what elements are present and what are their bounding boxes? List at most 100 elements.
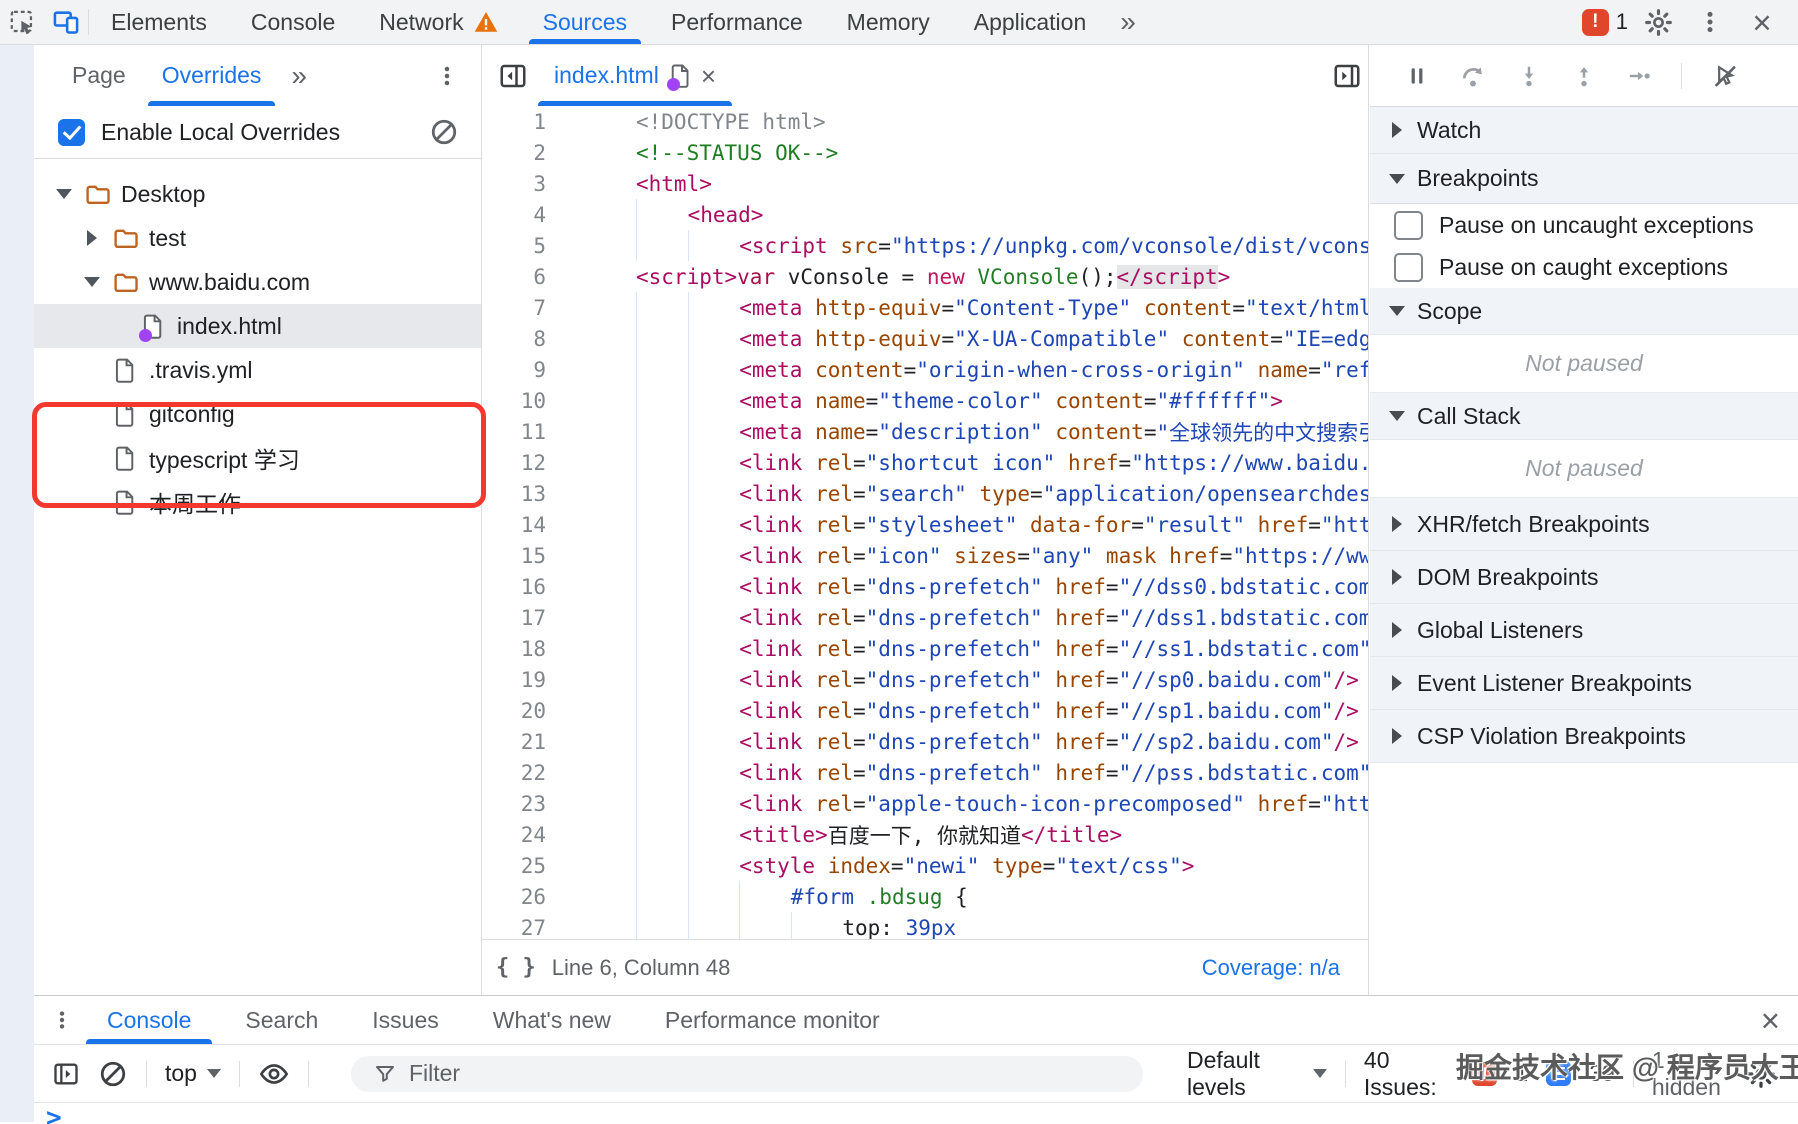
drawer-tab-performance-monitor[interactable]: Performance monitor <box>638 996 907 1044</box>
line-number[interactable]: 24 <box>482 823 546 847</box>
console-prompt[interactable]: > <box>34 1103 1798 1124</box>
code-editor[interactable]: 1<!DOCTYPE html>2<!--STATUS OK-->3<html>… <box>482 106 1368 940</box>
more-panels-chevron-icon[interactable]: » <box>1108 6 1148 38</box>
step-icon[interactable] <box>1626 63 1652 89</box>
drawer-kebab-icon[interactable] <box>44 996 80 1044</box>
line-number[interactable]: 15 <box>482 544 546 568</box>
hide-navigator-icon[interactable] <box>498 61 528 91</box>
settings-gear-icon[interactable] <box>1636 0 1680 44</box>
execution-context-selector[interactable]: top <box>165 1060 221 1087</box>
pause-script-icon[interactable] <box>1404 63 1430 89</box>
editor-status-bar: { } Line 6, Column 48 Coverage: n/a <box>482 939 1368 995</box>
step-out-icon[interactable] <box>1571 63 1597 89</box>
line-number[interactable]: 3 <box>482 172 546 196</box>
line-number[interactable]: 12 <box>482 451 546 475</box>
drawer-tab-what-s-new[interactable]: What's new <box>466 996 638 1044</box>
line-number[interactable]: 19 <box>482 668 546 692</box>
section-csp-violation-breakpoints[interactable]: CSP Violation Breakpoints <box>1370 710 1798 763</box>
panel-tab-network[interactable]: Network <box>357 0 520 44</box>
line-number[interactable]: 9 <box>482 358 546 382</box>
drawer-tab-issues[interactable]: Issues <box>345 996 465 1044</box>
live-expression-eye-icon[interactable] <box>258 1058 290 1090</box>
more-navigator-tabs-chevron-icon[interactable]: » <box>279 60 319 92</box>
caret-right-icon[interactable] <box>82 230 102 246</box>
section-dom-breakpoints[interactable]: DOM Breakpoints <box>1370 551 1798 604</box>
section-scope[interactable]: Scope <box>1370 288 1798 335</box>
issues-counter[interactable]: ! 1 <box>1582 9 1628 36</box>
enable-overrides-checkbox[interactable] <box>58 119 85 146</box>
section-call-stack[interactable]: Call Stack <box>1370 393 1798 440</box>
line-number[interactable]: 8 <box>482 327 546 351</box>
line-number[interactable]: 5 <box>482 234 546 258</box>
step-into-icon[interactable] <box>1516 63 1542 89</box>
step-over-icon[interactable] <box>1459 62 1487 90</box>
line-number[interactable]: 11 <box>482 420 546 444</box>
panel-tab-label: Network <box>379 9 463 36</box>
editor-tab-index-html[interactable]: index.html × <box>538 45 732 106</box>
checkbox-unchecked[interactable] <box>1394 211 1423 240</box>
panel-tab-performance[interactable]: Performance <box>649 0 825 44</box>
line-number[interactable]: 4 <box>482 203 546 227</box>
more-options-kebab-icon[interactable] <box>1688 0 1732 44</box>
navigator-tab-overrides[interactable]: Overrides <box>144 45 280 106</box>
tree-folder-test[interactable]: test <box>34 216 481 260</box>
line-number[interactable]: 13 <box>482 482 546 506</box>
tree-file-typescript-[interactable]: typescript 学习 <box>34 436 481 480</box>
section-event-listener-breakpoints[interactable]: Event Listener Breakpoints <box>1370 657 1798 710</box>
close-devtools-button[interactable]: × <box>1740 0 1784 44</box>
line-number[interactable]: 26 <box>482 885 546 909</box>
line-number[interactable]: 17 <box>482 606 546 630</box>
tree-file-gitconfig[interactable]: gitconfig <box>34 392 481 436</box>
toggle-debugger-sidebar-icon[interactable] <box>1332 61 1362 91</box>
coverage-link[interactable]: Coverage: n/a <box>1202 955 1340 981</box>
caret-down-icon[interactable] <box>54 189 74 199</box>
line-number[interactable]: 1 <box>482 110 546 134</box>
clear-overrides-icon[interactable] <box>429 117 459 147</box>
pretty-print-icon[interactable]: { } <box>496 955 536 980</box>
checkbox-unchecked[interactable] <box>1394 253 1423 282</box>
tree-folder-desktop[interactable]: Desktop <box>34 172 481 216</box>
panel-tab-elements[interactable]: Elements <box>89 0 229 44</box>
issues-count-link[interactable]: 40 Issues: <box>1364 1047 1455 1101</box>
line-number[interactable]: 2 <box>482 141 546 165</box>
line-number[interactable]: 7 <box>482 296 546 320</box>
panel-tab-memory[interactable]: Memory <box>825 0 952 44</box>
panel-tab-console[interactable]: Console <box>229 0 357 44</box>
line-number[interactable]: 25 <box>482 854 546 878</box>
line-number[interactable]: 27 <box>482 916 546 940</box>
panel-tab-application[interactable]: Application <box>952 0 1109 44</box>
section-watch[interactable]: Watch <box>1370 107 1798 154</box>
code-line-text: <title>百度一下, 你就知道</title> <box>636 819 1368 850</box>
toggle-device-toolbar-icon[interactable] <box>44 0 88 44</box>
log-level-selector[interactable]: Default levels <box>1187 1047 1327 1101</box>
line-number[interactable]: 21 <box>482 730 546 754</box>
panel-tab-sources[interactable]: Sources <box>521 0 649 44</box>
section-xhr-fetch-breakpoints[interactable]: XHR/fetch Breakpoints <box>1370 498 1798 551</box>
tree-file-.travis.yml[interactable]: .travis.yml <box>34 348 481 392</box>
drawer-tab-console[interactable]: Console <box>80 996 218 1044</box>
line-number[interactable]: 18 <box>482 637 546 661</box>
inspect-element-icon[interactable] <box>0 0 44 44</box>
navigator-tab-page[interactable]: Page <box>54 45 144 106</box>
line-number[interactable]: 10 <box>482 389 546 413</box>
close-tab-icon[interactable]: × <box>701 63 716 89</box>
section-global-listeners[interactable]: Global Listeners <box>1370 604 1798 657</box>
tree-file-index.html[interactable]: index.html <box>34 304 481 348</box>
show-console-sidebar-icon[interactable] <box>52 1060 80 1088</box>
navigator-kebab-icon[interactable] <box>427 56 467 96</box>
line-number[interactable]: 6 <box>482 265 546 289</box>
tree-file--[interactable]: 本周工作 <box>34 480 481 524</box>
line-number[interactable]: 16 <box>482 575 546 599</box>
drawer-tab-search[interactable]: Search <box>218 996 345 1044</box>
tree-folder-www.baidu.com[interactable]: www.baidu.com <box>34 260 481 304</box>
deactivate-breakpoints-icon[interactable] <box>1711 62 1739 90</box>
line-number[interactable]: 23 <box>482 792 546 816</box>
section-breakpoints[interactable]: Breakpoints <box>1370 154 1798 204</box>
line-number[interactable]: 20 <box>482 699 546 723</box>
close-drawer-button[interactable]: × <box>1761 1004 1780 1037</box>
caret-down-icon[interactable] <box>82 277 102 287</box>
clear-console-icon[interactable] <box>98 1059 128 1089</box>
console-filter-input[interactable]: Filter <box>351 1056 1143 1092</box>
line-number[interactable]: 22 <box>482 761 546 785</box>
line-number[interactable]: 14 <box>482 513 546 537</box>
